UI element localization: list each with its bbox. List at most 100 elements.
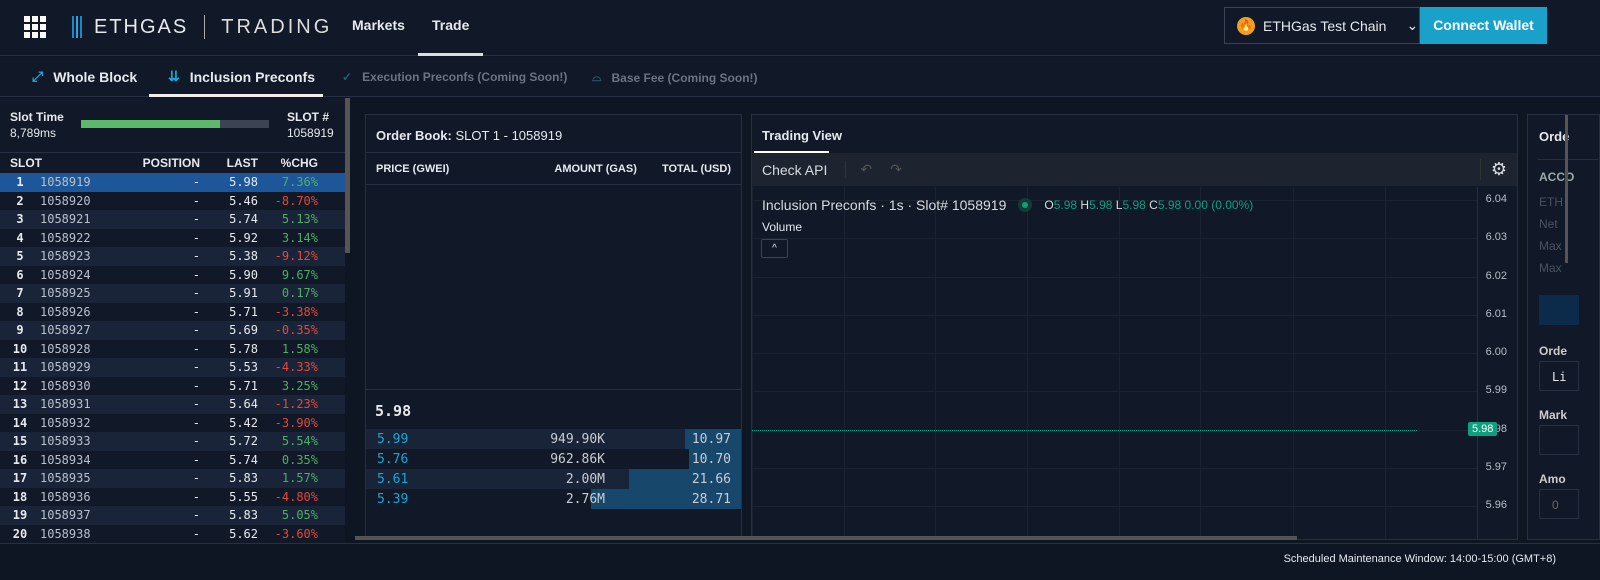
- apps-grid-icon[interactable]: [24, 16, 46, 38]
- chain-selector[interactable]: 🔥 ETHGas Test Chain ⌄: [1224, 7, 1420, 44]
- table-row[interactable]: 8 1058926 - 5.71 -3.38%: [0, 302, 345, 321]
- table-row[interactable]: 6 1058924 - 5.90 9.67%: [0, 265, 345, 284]
- last-price: 5.64: [229, 397, 258, 412]
- table-row[interactable]: 5 1058923 - 5.38 -9.12%: [0, 247, 345, 266]
- connect-wallet-button[interactable]: Connect Wallet: [1420, 7, 1547, 44]
- table-row[interactable]: 13 1058931 - 5.64 -1.23%: [0, 395, 345, 414]
- table-row[interactable]: 20 1058938 - 5.62 -3.60%: [0, 524, 345, 543]
- table-row[interactable]: 2 1058920 - 5.46 -8.70%: [0, 191, 345, 210]
- nav-trade[interactable]: Trade: [432, 17, 469, 33]
- slot-index: 6: [16, 267, 24, 282]
- check-api-button[interactable]: Check API: [762, 162, 827, 178]
- pct-change: 1.58%: [281, 341, 318, 356]
- tab-inclusion-preconfs[interactable]: ⇊ Inclusion Preconfs: [168, 68, 315, 85]
- order-panel-scrollbar[interactable]: [1565, 115, 1568, 263]
- slot-number: 1058936: [40, 489, 91, 504]
- redo-icon[interactable]: ↷: [890, 161, 902, 178]
- order-price: 5.39: [377, 492, 409, 507]
- slot-index: 18: [12, 489, 28, 504]
- slot-progress-bar: [81, 120, 269, 128]
- tab-label: Execution Preconfs (Coming Soon!): [362, 70, 568, 84]
- slot-number: 1058922: [40, 230, 91, 245]
- last-price: 5.74: [229, 452, 258, 467]
- last-price: 5.71: [229, 304, 258, 319]
- slot-table: SLOT POSITION LAST %CHG 1 1058919-5.98 7.3…: [0, 153, 345, 543]
- horizontal-scrollbar[interactable]: [355, 536, 1297, 540]
- table-row[interactable]: 10 1058928 - 5.78 1.58%: [0, 339, 345, 358]
- table-row[interactable]: 1 1058919 - 5.98 7.36%: [0, 173, 345, 192]
- table-row[interactable]: 12 1058930 - 5.71 3.25%: [0, 376, 345, 395]
- y-tick-label: 5.99: [1485, 384, 1507, 397]
- slot-number: 1058925: [40, 286, 91, 301]
- table-row[interactable]: 9 1058927 - 5.69 -0.35%: [0, 321, 345, 340]
- slot-number: 1058934: [40, 452, 91, 467]
- order-row[interactable]: 5.61 2.00M 21.66: [366, 469, 741, 489]
- gear-icon[interactable]: ⚙: [1479, 159, 1507, 180]
- slot-info: Slot Time 8,789ms SLOT # 1058919: [0, 98, 345, 153]
- table-row[interactable]: 3 1058921 - 5.74 5.13%: [0, 210, 345, 229]
- eth-label: ETH: [1539, 195, 1563, 209]
- nav-markets[interactable]: Markets: [352, 17, 405, 33]
- order-row[interactable]: 5.76 962.86K 10.70: [366, 449, 741, 469]
- table-row[interactable]: 15 1058933 - 5.72 5.54%: [0, 432, 345, 451]
- trading-view-panel: Trading View Check API ↶ ↷ ⚙ 6.04 6.03 6.0…: [751, 114, 1518, 540]
- last-price: 5.98: [366, 389, 741, 429]
- grid-line: [752, 238, 1477, 240]
- slot-number: 1058923: [40, 249, 91, 264]
- table-row[interactable]: 4 1058922 - 5.92 3.14%: [0, 228, 345, 247]
- slot-index: 3: [16, 212, 24, 227]
- grid-line: [752, 187, 753, 539]
- current-price-label: 5.98: [1468, 421, 1498, 436]
- logo[interactable]: ETHGAS TRADING: [72, 15, 332, 39]
- order-row[interactable]: 5.39 2.76M 28.71: [366, 489, 741, 509]
- grid-line: [1293, 187, 1294, 539]
- slot-index: 1: [16, 175, 24, 190]
- y-tick-label: 6.01: [1485, 307, 1507, 320]
- collapse-volume-button[interactable]: ^: [761, 239, 788, 258]
- order-type-select[interactable]: Li: [1539, 361, 1579, 391]
- title-label: Order Book:: [376, 128, 452, 143]
- order-price: 5.76: [377, 452, 409, 467]
- position: -: [192, 415, 200, 430]
- action-button[interactable]: [1539, 295, 1579, 325]
- y-tick-label: 5.97: [1485, 460, 1507, 473]
- position: -: [192, 526, 200, 541]
- pct-change: -1.23%: [274, 397, 318, 412]
- grid-line: [844, 187, 845, 539]
- table-row[interactable]: 11 1058929 - 5.53 -4.33%: [0, 358, 345, 377]
- table-row[interactable]: 16 1058934 - 5.74 0.35%: [0, 450, 345, 469]
- market-input[interactable]: [1539, 425, 1579, 455]
- amount-input[interactable]: 0: [1539, 489, 1579, 519]
- position: -: [192, 175, 200, 190]
- table-row[interactable]: 7 1058925 - 5.91 0.17%: [0, 284, 345, 303]
- last-price: 5.83: [229, 471, 258, 486]
- slot-index: 12: [12, 378, 28, 393]
- title-value: SLOT 1 - 1058919: [455, 128, 563, 143]
- last-price: 5.69: [229, 323, 258, 338]
- slot-number-label: SLOT #: [287, 110, 330, 124]
- product-name: TRADING: [221, 15, 333, 38]
- price-line: [752, 429, 1417, 431]
- last-price: 5.98: [229, 175, 258, 190]
- table-row[interactable]: 18 1058936 - 5.55 -4.80%: [0, 487, 345, 506]
- table-row[interactable]: 14 1058932 - 5.42 -3.90%: [0, 413, 345, 432]
- last-price: 5.71: [229, 378, 258, 393]
- order-row[interactable]: 5.99 949.90K 10.97: [366, 429, 741, 449]
- grid-line: [1119, 187, 1120, 539]
- table-row[interactable]: 17 1058935 - 5.83 1.57%: [0, 469, 345, 488]
- undo-icon[interactable]: ↶: [845, 161, 872, 178]
- table-row[interactable]: 19 1058937 - 5.83 5.05%: [0, 506, 345, 525]
- pct-change: -8.70%: [274, 193, 318, 208]
- tab-whole-block[interactable]: ⤢ Whole Block: [32, 68, 137, 85]
- last-price: 5.72: [229, 434, 258, 449]
- tab-label: Whole Block: [53, 68, 138, 85]
- max-label-2: Max: [1539, 261, 1562, 275]
- brand: ETHGAS: [94, 15, 189, 38]
- tab-trading-view[interactable]: Trading View: [752, 115, 1517, 153]
- slot-panel-scrollbar[interactable]: [345, 98, 350, 253]
- price-chart[interactable]: 6.046.036.026.016.005.995.985.975.965.98: [752, 187, 1517, 539]
- check-icon: ✓: [342, 70, 353, 84]
- position: -: [192, 452, 200, 467]
- table-header: SLOT POSITION LAST %CHG: [0, 153, 345, 173]
- order-total: 21.66: [691, 472, 731, 487]
